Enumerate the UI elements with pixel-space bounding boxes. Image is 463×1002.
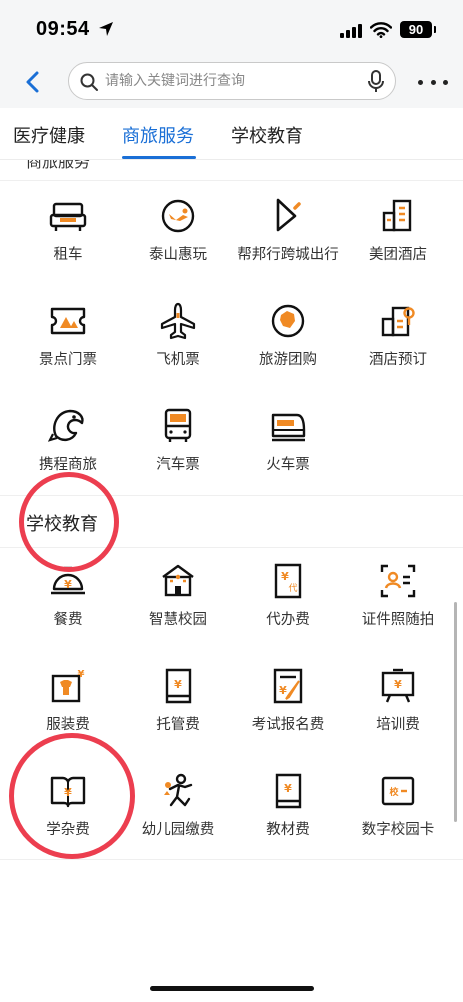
grid-item-bangbang[interactable]: 帮邦行跨城出行 [233,196,343,264]
exam-fee-icon: ¥ [273,668,303,704]
ticket-icon [50,307,86,335]
more-options-button[interactable] [418,70,448,94]
back-button[interactable] [18,66,48,98]
svg-text:代: 代 [288,583,297,594]
grid-item-agency-fee[interactable]: ¥ 代 代办费 [233,561,343,629]
category-tabs: 医疗健康 商旅服务 学校教育 [0,108,463,160]
grid-item-hotel-booking[interactable]: 酒店预订 [343,301,453,369]
svg-text:校: 校 [389,786,399,798]
kindergarten-icon [164,773,193,807]
status-time: 09:54 [36,18,90,40]
smart-campus-icon [162,564,194,597]
grid-item-kindergarten-fee[interactable]: 幼儿园缴费 [123,771,233,839]
ctrip-dolphin-icon [48,409,84,442]
bus-icon [164,408,192,442]
tab-school[interactable]: 学校教育 [231,122,303,148]
training-icon: ¥ [381,668,415,703]
battery-indicator: 90 [400,21,436,38]
grid-item-exam-fee[interactable]: ¥ 考试报名费 [233,666,343,734]
airplane-icon [160,302,196,340]
highlight-circle-tuition [9,733,135,859]
chevron-left-icon [26,71,39,93]
microphone-icon[interactable] [367,70,385,94]
agency-fee-icon: ¥代 [274,563,302,599]
travel-section-title: 商旅服务 [26,160,91,170]
section-divider [0,859,463,860]
search-icon [80,73,98,91]
grid-item-ctrip[interactable]: 携程商旅 [13,406,123,474]
grid-item-meituan-hotel[interactable]: 美团酒店 [343,196,453,264]
nav-bar [0,56,463,108]
custody-fee-icon: ¥ [165,668,192,704]
bangbang-icon [276,198,301,232]
grid-item-scenic-ticket[interactable]: 景点门票 [13,301,123,369]
grid-item-tour-group[interactable]: 旅游团购 [233,301,343,369]
svg-text:¥: ¥ [394,678,402,691]
grid-item-bus[interactable]: 汽车票 [123,406,233,474]
tab-medical[interactable]: 医疗健康 [13,122,85,148]
grid-item-smart-campus[interactable]: 智慧校园 [123,561,233,629]
svg-text:¥: ¥ [284,782,292,795]
search-box[interactable] [68,62,396,100]
train-icon [271,413,306,442]
scrollbar[interactable] [454,602,457,822]
grid-item-flight[interactable]: 飞机票 [123,301,233,369]
car-rental-icon [49,202,87,231]
home-indicator [150,986,314,991]
textbook-icon: ¥ [275,773,302,809]
grid-item-car-rental[interactable]: 租车 [13,196,123,264]
uniform-icon: ¥ [51,669,85,703]
svg-text:¥: ¥ [281,570,289,583]
grid-item-textbook-fee[interactable]: ¥ 教材费 [233,771,343,839]
grid-item-custody-fee[interactable]: ¥ 托管费 [123,666,233,734]
hotel-building-icon [382,199,412,232]
highlight-circle-school-title [19,472,119,572]
svg-text:¥: ¥ [64,578,72,591]
campus-card-icon: 校 [381,776,415,806]
grid-item-taishan[interactable]: 泰山惠玩 [123,196,233,264]
status-bar: 09:54 90 [0,0,463,56]
svg-text:¥: ¥ [78,669,85,680]
svg-text:¥: ¥ [279,684,287,697]
grid-item-uniform-fee[interactable]: ¥ 服装费 [13,666,123,734]
location-arrow-icon [99,22,113,36]
active-tab-indicator [122,156,196,159]
grid-item-id-photo[interactable]: 证件照随拍 [343,561,453,629]
svg-text:¥: ¥ [174,678,182,691]
search-input[interactable] [105,63,355,99]
grid-item-training-fee[interactable]: ¥ 培训费 [343,666,453,734]
tour-group-icon [271,304,305,338]
grid-item-campus-card[interactable]: 校 数字校园卡 [343,771,453,839]
hotel-booking-icon [381,306,415,337]
id-photo-icon [380,564,416,598]
tab-travel[interactable]: 商旅服务 [122,122,194,148]
grid-item-train[interactable]: 火车票 [233,406,343,474]
cellular-signal-icon [340,24,362,38]
section-divider [0,180,463,181]
taishan-icon [161,199,195,233]
wifi-icon [370,22,392,38]
